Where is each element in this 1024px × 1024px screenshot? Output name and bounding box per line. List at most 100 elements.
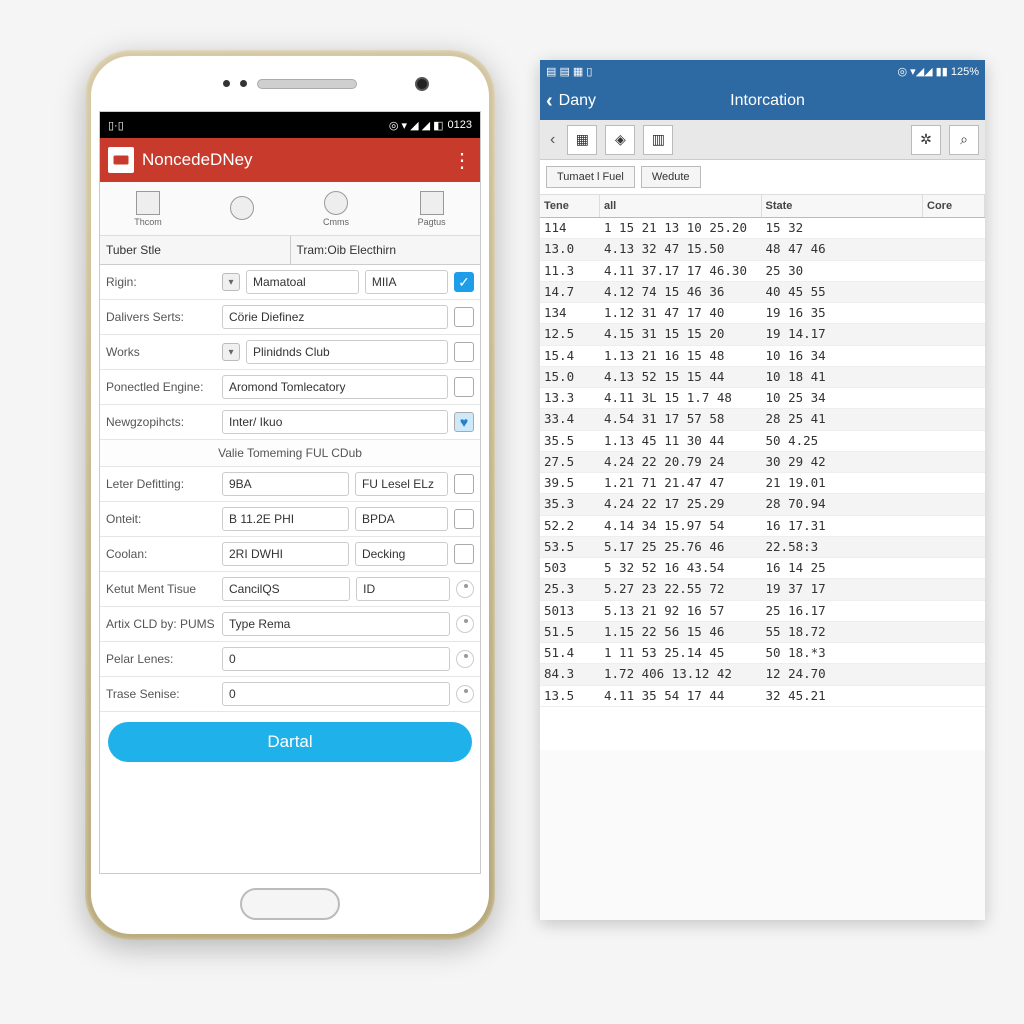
table-cell [923, 409, 985, 429]
checkbox[interactable] [454, 307, 474, 327]
field-value[interactable]: Plinidnds Club [246, 340, 448, 364]
col-tene[interactable]: Tene [540, 195, 600, 217]
stepper-icon[interactable] [456, 685, 474, 703]
table-cell: 19 14.17 [762, 324, 924, 344]
table-row[interactable]: 84.31.72 406 13.12 4212 24.70 [540, 664, 985, 685]
field-label: Dalivers Serts: [106, 310, 216, 324]
table-cell: 50 4.25 [762, 431, 924, 451]
table-row[interactable]: 11.34.11 37.17 17 46.3025 30 [540, 261, 985, 282]
field-value[interactable]: 9BA [222, 472, 349, 496]
col-core[interactable]: Core [923, 195, 985, 217]
table-row[interactable]: 14.74.12 74 15 46 3640 45 55 [540, 282, 985, 303]
table-cell: 13.3 [540, 388, 600, 408]
field-value[interactable]: Type Rema [222, 612, 450, 636]
stepper-icon[interactable] [456, 650, 474, 668]
field-value[interactable]: 0 [222, 647, 450, 671]
home-button[interactable] [240, 888, 340, 920]
shield-icon[interactable]: ◈ [605, 125, 635, 155]
table-row[interactable]: 53.55.17 25 25.76 4622.58:3 [540, 537, 985, 558]
field-value[interactable]: 2RI DWHI [222, 542, 349, 566]
table-row[interactable]: 1141 15 21 13 10 25.2015 32 [540, 218, 985, 239]
table-cell: 4.15 31 15 15 20 [600, 324, 762, 344]
archive-icon[interactable]: ▦ [567, 125, 597, 155]
subtab-right[interactable]: Tram:Oib Electhirn [291, 236, 481, 264]
field-value[interactable]: CancilQS [222, 577, 350, 601]
tab-fingerprint[interactable] [230, 196, 254, 222]
dropdown-icon[interactable]: ▾ [222, 343, 240, 361]
columns-icon[interactable]: ▥ [643, 125, 673, 155]
table-row[interactable]: 15.04.13 52 15 15 4410 18 41 [540, 367, 985, 388]
table-cell: 10 25 34 [762, 388, 924, 408]
table-row[interactable]: 13.04.13 32 47 15.5048 47 46 [540, 239, 985, 260]
table-cell: 4.13 52 15 15 44 [600, 367, 762, 387]
table-row[interactable]: 13.34.11 3L 15 1.7 4810 25 34 [540, 388, 985, 409]
status-left-icons: ▯·▯ [108, 119, 124, 132]
panel-subtab-1[interactable]: Tumaet l Fuel [546, 166, 635, 188]
table-row[interactable]: 13.54.11 35 54 17 4432 45.21 [540, 686, 985, 707]
table-cell: 12 24.70 [762, 664, 924, 684]
stepper-icon[interactable] [456, 615, 474, 633]
form-row: Works ▾ Plinidnds Club [100, 335, 480, 370]
form-row: Newgzopihcts:Inter/ Ikuo♥ [100, 405, 480, 440]
table-row[interactable]: 35.51.13 45 11 30 4450 4.25 [540, 431, 985, 452]
field-value[interactable]: Cörie Diefinez [222, 305, 448, 329]
stepper-icon[interactable] [456, 580, 474, 598]
checkbox[interactable] [454, 342, 474, 362]
col-all[interactable]: all [600, 195, 762, 217]
table-row[interactable]: 1341.12 31 47 17 4019 16 35 [540, 303, 985, 324]
checkbox[interactable] [454, 509, 474, 529]
dropdown-icon[interactable]: ▾ [222, 273, 240, 291]
table-row[interactable]: 50135.13 21 92 16 5725 16.17 [540, 601, 985, 622]
checkbox[interactable] [454, 544, 474, 564]
field-value-2[interactable]: Decking [355, 542, 448, 566]
back-label[interactable]: Dany [559, 92, 596, 110]
table-row[interactable]: 15.41.13 21 16 15 4810 16 34 [540, 346, 985, 367]
table-row[interactable]: 39.51.21 71 21.47 4721 19.01 [540, 473, 985, 494]
search-icon[interactable]: ⌕ [949, 125, 979, 155]
gear-icon[interactable]: ✲ [911, 125, 941, 155]
table-row[interactable]: 25.35.27 23 22.55 7219 37 17 [540, 579, 985, 600]
panel-subtab-2[interactable]: Wedute [641, 166, 701, 188]
tab-thcom[interactable]: Thcom [134, 191, 162, 227]
front-camera [415, 77, 429, 91]
table-cell: 13.0 [540, 239, 600, 259]
back-chevron-icon[interactable]: ‹ [546, 90, 553, 113]
table-row[interactable]: 51.41 11 53 25.14 4550 18.*3 [540, 643, 985, 664]
submit-button[interactable]: Dartal [108, 722, 472, 762]
tab-clock[interactable]: Cmms [323, 191, 349, 227]
overflow-menu-icon[interactable]: ⋮ [452, 148, 472, 173]
table-cell: 11.3 [540, 261, 600, 281]
checkbox[interactable] [454, 474, 474, 494]
checkbox[interactable] [454, 377, 474, 397]
table-row[interactable]: 27.54.24 22 20.79 2430 29 42 [540, 452, 985, 473]
table-cell: 4.13 32 47 15.50 [600, 239, 762, 259]
table-row[interactable]: 5035 32 52 16 43.5416 14 25 [540, 558, 985, 579]
checkbox[interactable]: ✓ [454, 272, 474, 292]
field-value-2[interactable]: МІІА [365, 270, 448, 294]
table-cell: 1.13 21 16 15 48 [600, 346, 762, 366]
field-value[interactable]: Mamatoal [246, 270, 359, 294]
field-value[interactable]: B 11.2E PHI [222, 507, 349, 531]
table-row[interactable]: 52.24.14 34 15.97 5416 17.31 [540, 516, 985, 537]
favorite-toggle[interactable]: ♥ [454, 412, 474, 432]
table-cell [923, 686, 985, 706]
table-body[interactable]: 1141 15 21 13 10 25.2015 3213.04.13 32 4… [540, 218, 985, 750]
table-cell: 14.7 [540, 282, 600, 302]
tab-pagtus[interactable]: Pagtus [418, 191, 446, 227]
field-label: Artix CLD by: PUMS [106, 617, 216, 631]
table-row[interactable]: 33.44.54 31 17 57 5828 25 41 [540, 409, 985, 430]
field-value[interactable]: Inter/ Ikuo [222, 410, 448, 434]
prev-arrow-icon[interactable]: ‹ [546, 131, 559, 149]
field-value-2[interactable]: FU Lesel ELz [355, 472, 448, 496]
table-row[interactable]: 35.34.24 22 17 25.2928 70.94 [540, 494, 985, 515]
subtab-left[interactable]: Tuber Stle [100, 236, 291, 264]
table-row[interactable]: 51.51.15 22 56 15 4655 18.72 [540, 622, 985, 643]
field-value[interactable]: Aromond Tomlecatory [222, 375, 448, 399]
field-value-2[interactable]: BPDA [355, 507, 448, 531]
table-cell: 1.13 45 11 30 44 [600, 431, 762, 451]
field-value-2[interactable]: ID [356, 577, 450, 601]
field-label: Works [106, 345, 216, 359]
table-row[interactable]: 12.54.15 31 15 15 2019 14.17 [540, 324, 985, 345]
field-value[interactable]: 0 [222, 682, 450, 706]
col-state[interactable]: State [762, 195, 924, 217]
